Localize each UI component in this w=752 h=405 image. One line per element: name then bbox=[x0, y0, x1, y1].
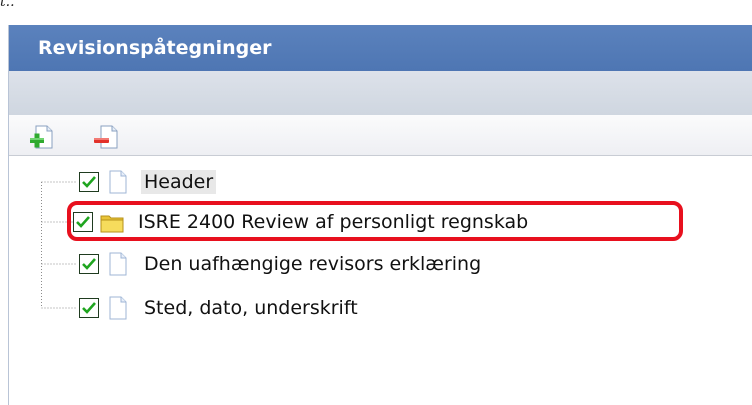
tree-node-label: Sted, dato, underskrift bbox=[144, 297, 358, 319]
tree-node-label: ISRE 2400 Review af personligt regnskab bbox=[138, 211, 529, 233]
tree-view: Header ISRE 2400 Review af personligt re… bbox=[9, 156, 752, 386]
tree-node-sted-dato[interactable]: Sted, dato, underskrift bbox=[79, 294, 361, 322]
checkmark-icon bbox=[82, 176, 96, 188]
checkmark-icon bbox=[82, 302, 96, 314]
tree-node-isre-2400[interactable]: ISRE 2400 Review af personligt regnskab bbox=[73, 208, 531, 236]
add-document-icon bbox=[30, 125, 53, 149]
checkbox[interactable] bbox=[79, 254, 99, 274]
remove-document-icon bbox=[94, 125, 118, 149]
checkbox[interactable] bbox=[79, 298, 99, 318]
tree-connector-lines bbox=[41, 181, 77, 309]
checkbox[interactable] bbox=[73, 212, 93, 232]
document-icon bbox=[105, 170, 131, 194]
document-icon bbox=[105, 296, 131, 320]
panel-title: Revisionspåtegninger bbox=[9, 25, 752, 71]
tree-node-label: Header bbox=[141, 170, 217, 194]
tree-node-header[interactable]: Header bbox=[79, 168, 217, 196]
tree-node-label: Den uafhængige revisors erklæring bbox=[144, 253, 482, 275]
tree-node-revisor-erklaering[interactable]: Den uafhængige revisors erklæring bbox=[79, 250, 484, 278]
remove-document-button[interactable] bbox=[92, 123, 120, 151]
document-icon bbox=[105, 252, 131, 276]
panel-subheader bbox=[9, 71, 752, 115]
toolbar bbox=[9, 115, 752, 156]
folder-icon bbox=[99, 210, 125, 234]
cropped-text-fragment: t.. bbox=[0, 0, 15, 10]
add-document-button[interactable] bbox=[29, 123, 57, 151]
checkbox[interactable] bbox=[79, 172, 99, 192]
revision-panel: Revisionspåtegninger Header ISRE 2400 Re… bbox=[8, 25, 752, 405]
checkmark-icon bbox=[82, 258, 96, 270]
checkmark-icon bbox=[76, 216, 90, 228]
